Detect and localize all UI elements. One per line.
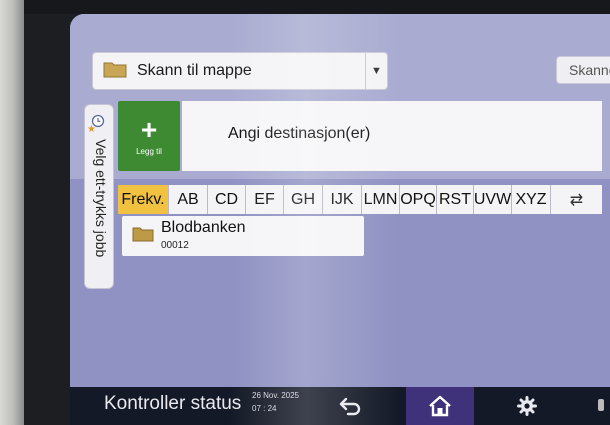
device-bezel-top: [24, 0, 610, 14]
home-icon: [429, 395, 451, 417]
swap-icon[interactable]: ⇄: [551, 185, 602, 214]
destination-field[interactable]: Angi destinasjon(er): [182, 101, 602, 171]
chevron-down-icon[interactable]: ▼: [365, 53, 387, 89]
tab-xyz[interactable]: XYZ: [512, 185, 551, 214]
device-bezel: [0, 0, 24, 425]
bottom-bar: Kontroller status 26 Nov. 2025 07 : 24: [70, 387, 610, 425]
destination-placeholder: Angi destinasjon(er): [228, 125, 371, 142]
tab-uvw[interactable]: UVW: [474, 185, 512, 214]
tab-rst[interactable]: RST: [437, 185, 474, 214]
list-item[interactable]: Blodbanken 00012: [122, 216, 364, 256]
folder-icon: [132, 226, 154, 247]
tab-ab[interactable]: AB: [169, 185, 208, 214]
mode-label: Skann til mappe: [137, 62, 252, 79]
date-label: 26 Nov. 2025: [252, 391, 299, 400]
power-icon[interactable]: [598, 399, 604, 411]
tab-ijk[interactable]: IJK: [323, 185, 362, 214]
one-touch-job-label: Velg ett-trykks jobb: [93, 139, 109, 258]
index-tabs: Frekv. AB CD EF GH IJK LMN OPQ RST UVW X…: [118, 185, 602, 214]
tab-lmn[interactable]: LMN: [362, 185, 400, 214]
item-number: 00012: [161, 240, 189, 251]
gear-icon[interactable]: [516, 395, 538, 422]
back-icon[interactable]: [338, 395, 364, 422]
home-button[interactable]: [406, 387, 474, 425]
tab-opq[interactable]: OPQ: [400, 185, 437, 214]
tab-gh[interactable]: GH: [284, 185, 323, 214]
folder-icon: [103, 60, 127, 83]
mode-dropdown[interactable]: Skann til mappe ▼: [92, 52, 388, 90]
add-label: Legg til: [136, 146, 162, 156]
one-touch-job-tab[interactable]: ★ Velg ett-trykks jobb: [84, 104, 114, 289]
time-label: 07 : 24: [252, 404, 277, 413]
tab-ef[interactable]: EF: [246, 185, 284, 214]
tab-cd[interactable]: CD: [208, 185, 246, 214]
tab-frequent[interactable]: Frekv.: [118, 185, 169, 214]
touch-screen: Skann til mappe ▼ Skanne ★ Velg ett-tryk…: [70, 14, 610, 425]
plus-icon: +: [140, 113, 158, 145]
item-name: Blodbanken: [161, 219, 246, 236]
scanner-tab[interactable]: Skanne: [556, 56, 610, 84]
star-icon: ★: [87, 124, 96, 135]
check-status-button[interactable]: Kontroller status: [104, 393, 241, 415]
add-destination-button[interactable]: + Legg til: [118, 101, 180, 171]
